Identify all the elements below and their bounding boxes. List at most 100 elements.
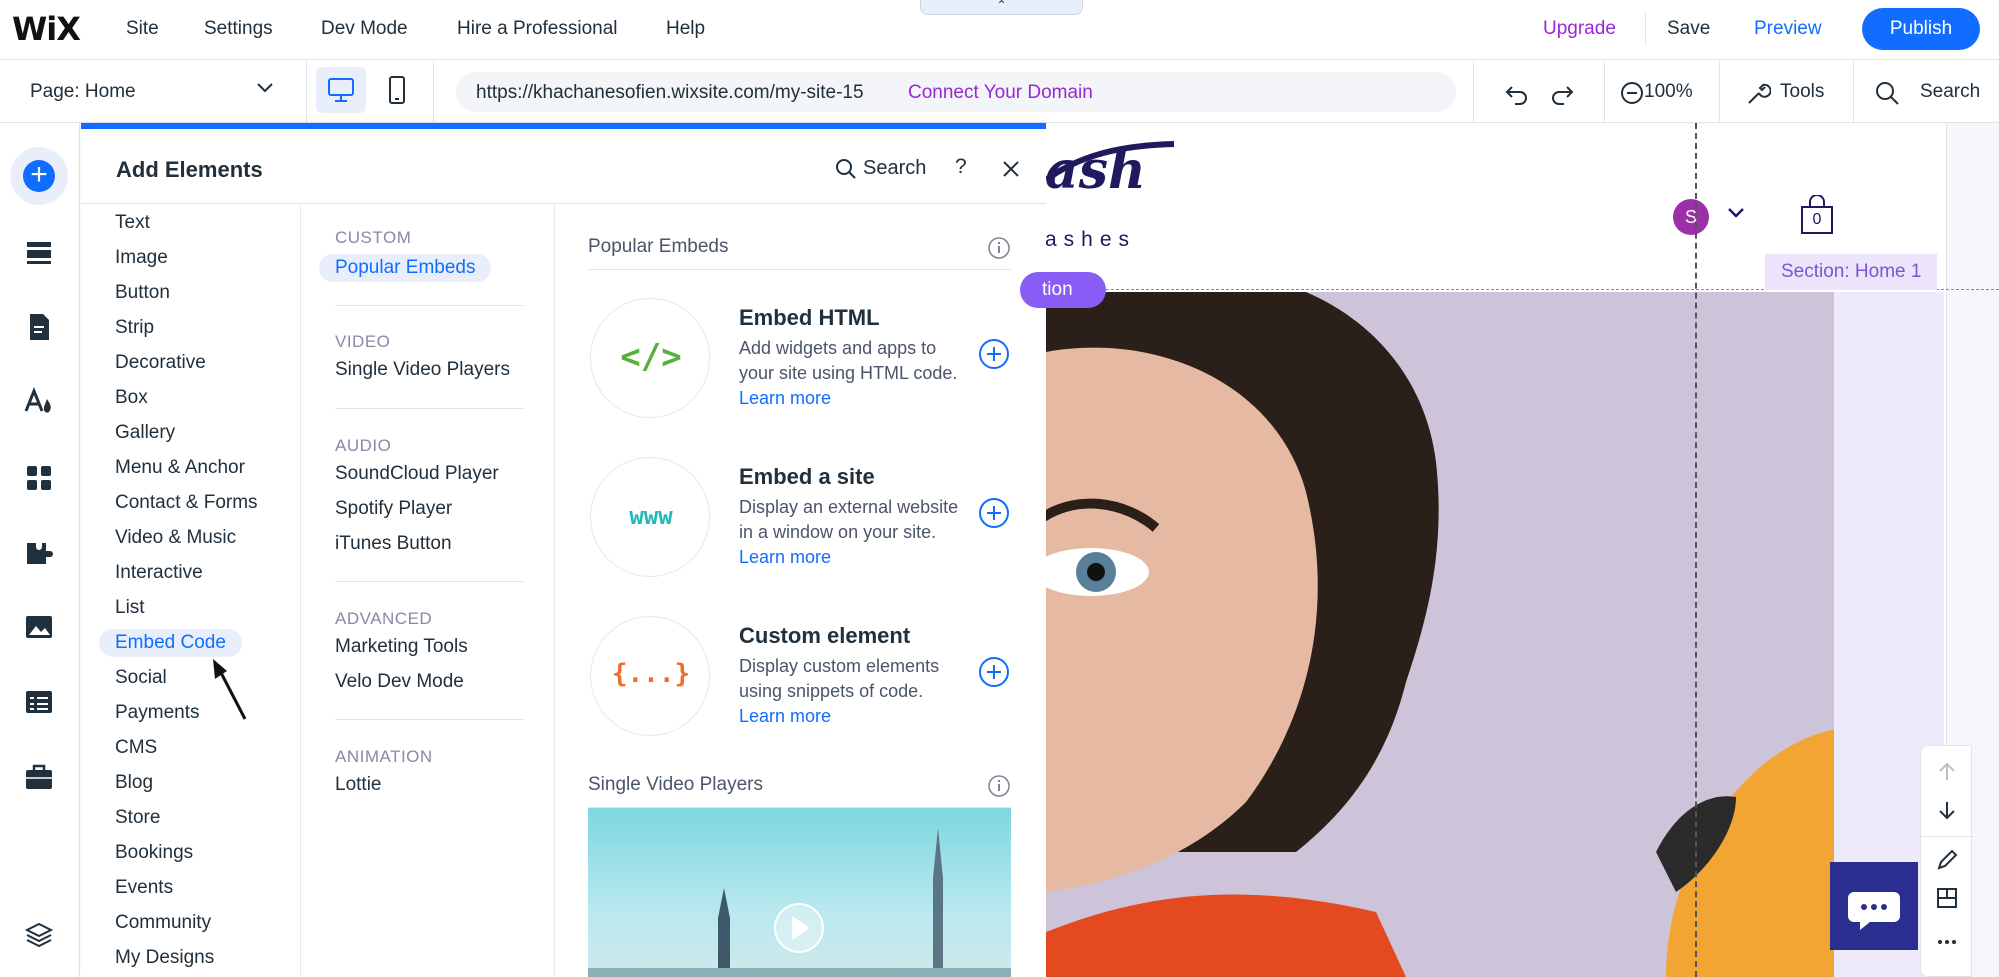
divider [1473, 61, 1474, 123]
add-embed-html-button[interactable] [978, 338, 1010, 370]
save-button[interactable]: Save [1667, 18, 1710, 40]
redo-icon[interactable] [1548, 79, 1576, 107]
cart-icon[interactable]: 0 [1799, 194, 1835, 235]
chevron-down-icon[interactable] [256, 81, 274, 99]
subcategory-soundcloud-player[interactable]: SoundCloud Player [335, 463, 499, 485]
subcategory-marketing-tools[interactable]: Marketing Tools [335, 636, 468, 658]
member-avatar[interactable]: S [1673, 199, 1709, 235]
site-url[interactable]: https://khachanesofien.wixsite.com/my-si… [476, 82, 864, 104]
chevron-down-icon[interactable] [1726, 206, 1746, 225]
custom-element-thumbnail[interactable]: {...} [590, 616, 710, 736]
tools-button[interactable]: Tools [1780, 81, 1824, 103]
category-contact-forms[interactable]: Contact & Forms [115, 492, 258, 514]
category-strip[interactable]: Strip [115, 317, 154, 339]
info-icon[interactable] [987, 236, 1011, 260]
undo-icon[interactable] [1503, 79, 1531, 107]
mobile-view-button[interactable] [372, 67, 422, 113]
sections-icon[interactable] [22, 235, 56, 269]
menu-dev-mode[interactable]: Dev Mode [321, 18, 408, 40]
help-button[interactable]: ? [955, 155, 967, 179]
learn-more-link[interactable]: Learn more [739, 706, 831, 726]
close-button[interactable] [1001, 151, 1021, 186]
category-box[interactable]: Box [115, 387, 148, 409]
media-icon[interactable] [22, 610, 56, 644]
arrow-up-icon[interactable] [1935, 760, 1959, 789]
arrow-down-icon[interactable] [1935, 798, 1959, 827]
category-decorative[interactable]: Decorative [115, 352, 206, 374]
embed-html-title[interactable]: Embed HTML [739, 305, 880, 331]
video-player-thumbnail[interactable] [588, 808, 1011, 977]
upgrade-link[interactable]: Upgrade [1543, 18, 1616, 40]
category-menu-anchor[interactable]: Menu & Anchor [115, 457, 245, 479]
embed-html-thumbnail[interactable]: </> [590, 298, 710, 418]
learn-more-link[interactable]: Learn more [739, 547, 831, 567]
divider [1921, 836, 1973, 837]
subcategory-velo-dev-mode[interactable]: Velo Dev Mode [335, 671, 464, 693]
zoom-level[interactable]: 100% [1644, 81, 1693, 103]
category-events[interactable]: Events [115, 877, 173, 899]
design-icon[interactable] [22, 385, 56, 419]
search-icon[interactable] [1873, 79, 1901, 107]
portfolio-icon[interactable] [22, 760, 56, 794]
category-blog[interactable]: Blog [115, 772, 153, 794]
cms-icon[interactable] [22, 685, 56, 719]
subcategory-single-video-players[interactable]: Single Video Players [335, 359, 510, 381]
layers-icon[interactable] [22, 918, 56, 952]
wrench-icon[interactable] [1743, 79, 1772, 107]
category-community[interactable]: Community [115, 912, 211, 934]
embed-site-thumbnail[interactable]: www [590, 457, 710, 577]
category-image[interactable]: Image [115, 247, 168, 269]
wix-logo[interactable]: WiX [12, 10, 81, 48]
www-icon: www [629, 502, 673, 530]
layout-icon[interactable] [1935, 886, 1959, 915]
collapse-toolbar-button[interactable]: ⌃ [920, 0, 1083, 15]
publish-button[interactable]: Publish [1862, 8, 1980, 50]
add-elements-button[interactable]: + [10, 147, 68, 205]
menu-help[interactable]: Help [666, 18, 705, 40]
add-embed-site-button[interactable] [978, 497, 1010, 529]
search-button[interactable]: Search [1920, 81, 1980, 103]
subcategory-spotify-player[interactable]: Spotify Player [335, 498, 452, 520]
connect-domain-link[interactable]: Connect Your Domain [908, 82, 1093, 104]
category-payments[interactable]: Payments [115, 702, 199, 724]
menu-settings[interactable]: Settings [204, 18, 273, 40]
category-gallery[interactable]: Gallery [115, 422, 175, 444]
section-label-pill[interactable]: tion [1020, 272, 1106, 308]
add-custom-element-button[interactable] [978, 656, 1010, 688]
preview-button[interactable]: Preview [1754, 18, 1822, 40]
top-bar: WiX Site Settings Dev Mode Hire a Profes… [0, 0, 1999, 60]
learn-more-link[interactable]: Learn more [739, 388, 831, 408]
embed-site-title[interactable]: Embed a site [739, 464, 875, 490]
page-selector[interactable]: Page: Home [30, 81, 136, 103]
category-bookings[interactable]: Bookings [115, 842, 193, 864]
search-icon[interactable] [834, 157, 860, 183]
desktop-view-button[interactable] [316, 67, 366, 113]
category-store[interactable]: Store [115, 807, 160, 829]
category-cms[interactable]: CMS [115, 737, 157, 759]
menu-hire-professional[interactable]: Hire a Professional [457, 18, 618, 40]
section-tag[interactable]: Section: Home 1 [1765, 254, 1938, 290]
info-icon[interactable] [987, 774, 1011, 798]
category-embed-code[interactable]: Embed Code [99, 629, 242, 657]
category-my-designs[interactable]: My Designs [115, 947, 214, 969]
apps-icon[interactable] [22, 461, 56, 495]
chat-button[interactable] [1830, 862, 1918, 950]
category-text[interactable]: Text [115, 212, 150, 234]
pages-icon[interactable] [22, 310, 56, 344]
more-icon[interactable] [1935, 930, 1959, 959]
category-interactive[interactable]: Interactive [115, 562, 203, 584]
category-list[interactable]: List [115, 597, 145, 619]
zoom-out-icon[interactable] [1618, 79, 1646, 107]
category-social[interactable]: Social [115, 667, 167, 689]
subcategory-lottie[interactable]: Lottie [335, 774, 381, 796]
subcategory-itunes-button[interactable]: iTunes Button [335, 533, 452, 555]
subcategory-popular-embeds[interactable]: Popular Embeds [319, 254, 492, 282]
custom-element-title[interactable]: Custom element [739, 623, 910, 649]
menu-site[interactable]: Site [126, 18, 159, 40]
pencil-icon[interactable] [1935, 848, 1959, 877]
panel-search-button[interactable]: Search [863, 157, 926, 180]
category-button[interactable]: Button [115, 282, 170, 304]
section-title-single-video-players: Single Video Players [588, 774, 763, 795]
business-solutions-icon[interactable] [22, 535, 56, 569]
category-video-music[interactable]: Video & Music [115, 527, 236, 549]
